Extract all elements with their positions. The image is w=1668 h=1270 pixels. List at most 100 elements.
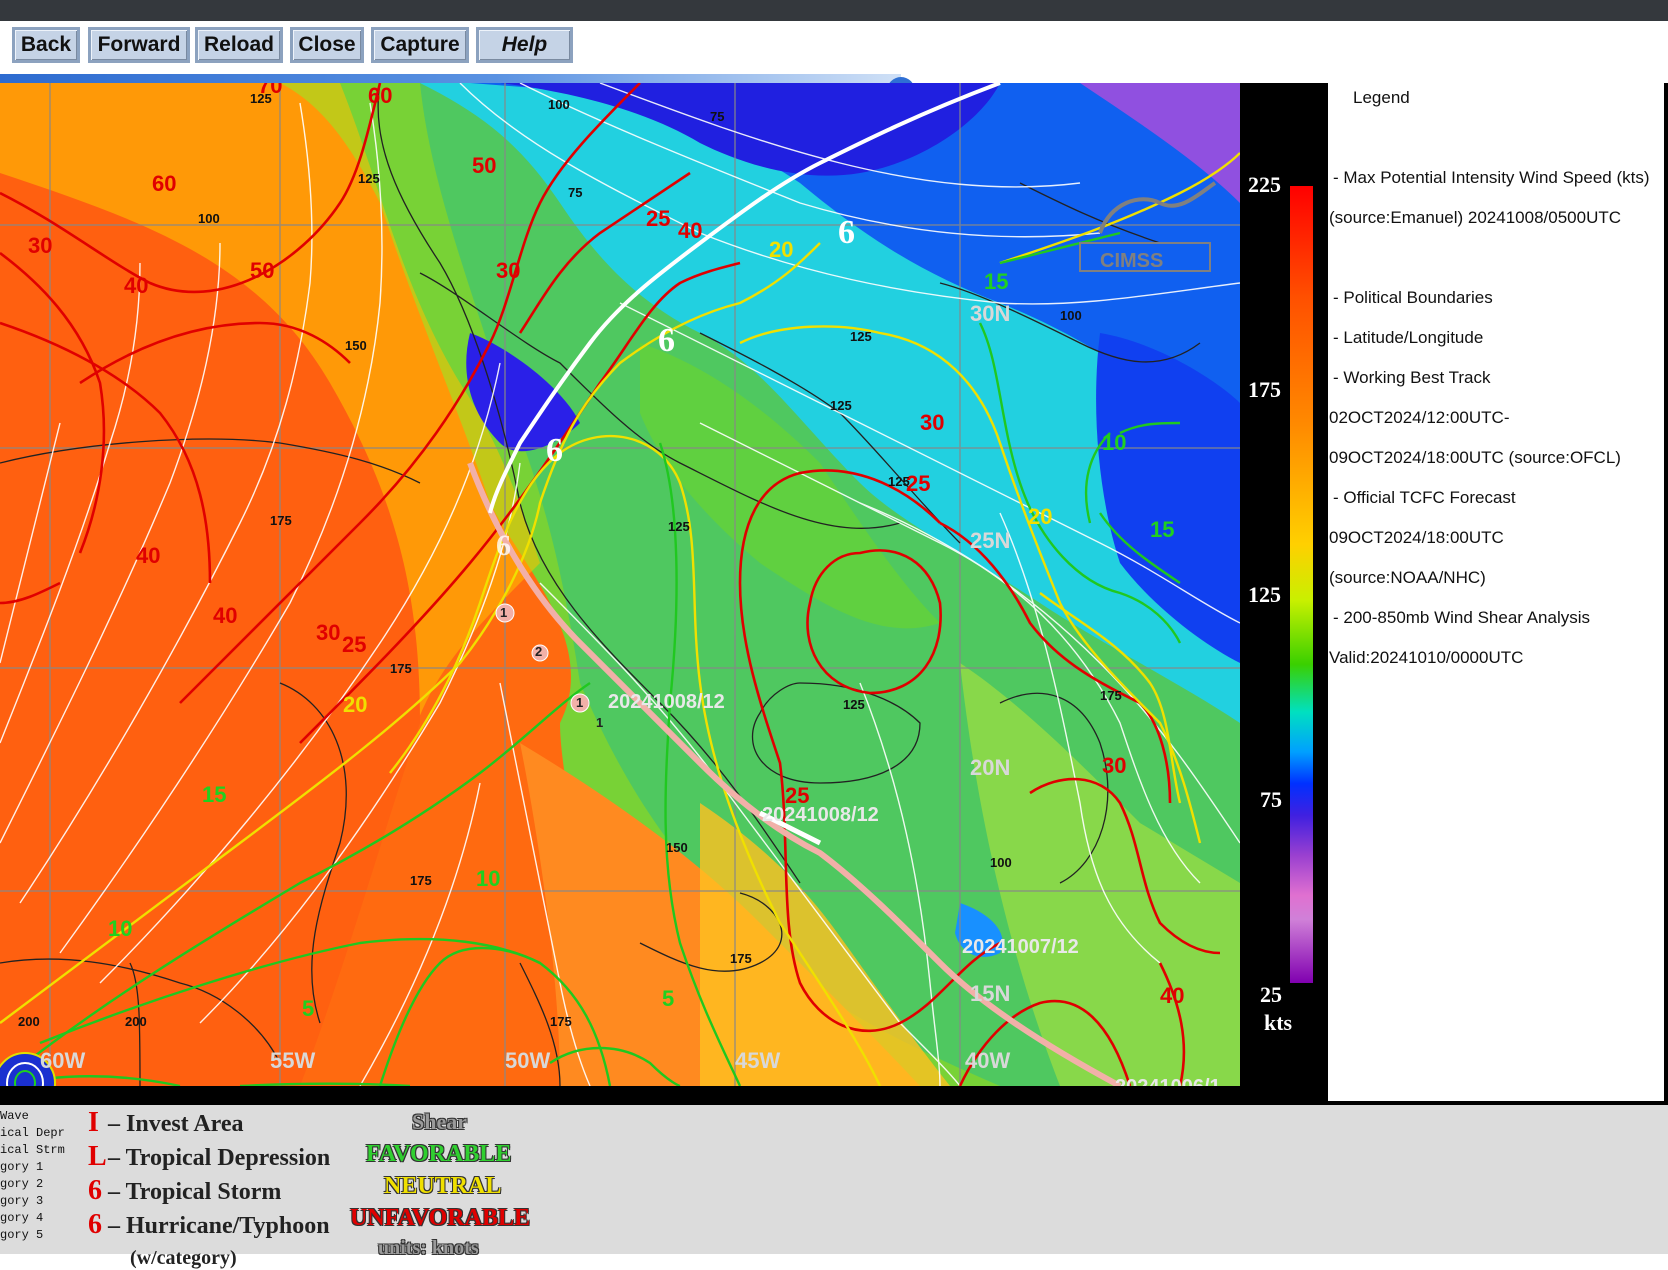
shear-label-red: 50 (250, 258, 274, 283)
reload-button[interactable]: Reload (195, 27, 283, 63)
shear-label-red: 25 (646, 206, 670, 231)
lat-label: 20N (970, 755, 1010, 780)
legend-symbol-label: – Tropical Storm (108, 1179, 282, 1205)
mpi-label: 100 (990, 855, 1012, 870)
shear-label-yellow: 20 (343, 692, 367, 717)
scale-tick: 175 (1248, 377, 1281, 402)
shear-label-red: 30 (316, 620, 340, 645)
lat-label: 15N (970, 981, 1010, 1006)
track-point-label: 1 (500, 605, 507, 620)
legend-line: - Political Boundaries (1333, 288, 1493, 307)
mpi-label: 100 (198, 211, 220, 226)
legend-line: - 200-850mb Wind Shear Analysis (1333, 608, 1591, 627)
shear-label-red: 40 (678, 218, 702, 243)
legend-line: (source:Emanuel) 20241008/0500UTC (1329, 208, 1622, 227)
mpi-label: 150 (345, 338, 367, 353)
shear-neutral: NEUTRAL (384, 1173, 502, 1199)
category-label: gory 4 (0, 1211, 44, 1225)
legend-line: - Max Potential Intensity Wind Speed (kt… (1333, 168, 1650, 187)
mpi-label: 100 (548, 97, 570, 112)
lon-label: 40W (965, 1048, 1010, 1073)
mpi-label: 150 (666, 840, 688, 855)
scale-tick: 225 (1248, 172, 1281, 197)
legend-symbol-icon: 6 (88, 1175, 102, 1206)
shear-label-red: 30 (28, 233, 52, 258)
mpi-label: 125 (850, 329, 872, 344)
scale-unit: kts (1264, 1010, 1293, 1035)
shear-label-red: 50 (472, 153, 496, 178)
mpi-label: 175 (1100, 688, 1122, 703)
lon-label: 50W (505, 1048, 550, 1073)
track-date-label: 20241006/1 (1115, 1076, 1221, 1086)
legend-line: 02OCT2024/12:00UTC- (1329, 408, 1510, 427)
category-label: gory 2 (0, 1177, 44, 1191)
shear-label-green: 5 (302, 996, 314, 1021)
shear-label-green: 15 (1150, 517, 1174, 542)
shear-label-green: 10 (108, 916, 132, 941)
hurricane-category-note: (w/category) (130, 1247, 237, 1269)
track-point-label: 1 (596, 715, 603, 730)
help-button[interactable]: Help (476, 27, 573, 63)
legend-panel: Legend - Max Potential Intensity Wind Sp… (1326, 83, 1666, 1103)
scale-tick: 125 (1248, 582, 1281, 607)
legend-line: 09OCT2024/18:00UTC (source:OFCL) (1329, 448, 1621, 467)
shear-label-green: 10 (1102, 430, 1126, 455)
shear-label-red: 40 (124, 273, 148, 298)
shear-label-green: 15 (202, 782, 226, 807)
shear-units: units: knots (378, 1237, 479, 1259)
mpi-label: 125 (250, 91, 272, 106)
legend-line: 09OCT2024/18:00UTC (1329, 528, 1504, 547)
shear-label-green: 10 (476, 866, 500, 891)
mpi-label: 125 (358, 171, 380, 186)
wind-shear-map[interactable]: 6 6 6 6 CIMSS 60W 55W 50W 45W 40W30N25N20N15… (0, 83, 1240, 1086)
legend-line: - Latitude/Longitude (1333, 328, 1484, 347)
legend-line: Valid:20241010/0000UTC (1329, 648, 1524, 667)
legend-line: (source:NOAA/NHC) (1329, 568, 1486, 587)
shear-label-red: 40 (213, 603, 237, 628)
track-point-label: 2 (535, 644, 542, 659)
window-top-bar (0, 0, 1668, 21)
legend-symbol-label: – Hurricane/Typhoon (108, 1213, 330, 1239)
category-label: gory 5 (0, 1228, 44, 1242)
lon-label: 55W (270, 1048, 315, 1073)
bottom-legend: Wave ical Depr ical Strm gory 1 gory 2 gory 3… (0, 1105, 1668, 1269)
shear-label-green: 5 (662, 986, 674, 1011)
scale-tick: 75 (1260, 787, 1282, 812)
legend-symbol-icon: 6 (88, 1209, 102, 1240)
mpi-label: 125 (843, 697, 865, 712)
mpi-label: 175 (410, 873, 432, 888)
category-label: ical Strm (0, 1143, 65, 1157)
shear-label-red: 40 (1160, 983, 1184, 1008)
category-label: gory 3 (0, 1194, 44, 1208)
shear-unfavorable: UNFAVORABLE (350, 1205, 530, 1231)
shear-label-red: 40 (136, 543, 160, 568)
mpi-label: 75 (710, 109, 724, 124)
mpi-label: 175 (390, 661, 412, 676)
mpi-label: 200 (18, 1014, 40, 1029)
mpi-label: 125 (668, 519, 690, 534)
track-date-label: 20241008/12 (762, 804, 879, 826)
close-button[interactable]: Close (290, 27, 364, 63)
mpi-label: 175 (270, 513, 292, 528)
category-label: gory 1 (0, 1160, 44, 1174)
mpi-label: 175 (730, 951, 752, 966)
shear-label-red: 25 (785, 783, 809, 808)
scale-tick: 25 (1260, 982, 1282, 1007)
legend-line: - Official TCFC Forecast (1333, 488, 1516, 507)
legend-symbol-icon: L (88, 1141, 107, 1172)
shear-label-red: 60 (368, 83, 392, 108)
forward-button[interactable]: Forward (88, 27, 190, 63)
mpi-label: 200 (125, 1014, 147, 1029)
shear-label-red: 30 (920, 410, 944, 435)
shear-label-green: 15 (984, 269, 1008, 294)
lat-label: 30N (970, 301, 1010, 326)
shear-label-red: 60 (152, 171, 176, 196)
category-label: ical Depr (0, 1126, 65, 1140)
legend-line: - Working Best Track (1333, 368, 1491, 387)
back-button[interactable]: Back (12, 27, 80, 63)
mpi-label: 125 (888, 474, 910, 489)
capture-button[interactable]: Capture (371, 27, 469, 63)
svg-text:6: 6 (496, 529, 511, 562)
svg-text:6: 6 (838, 214, 855, 251)
track-date-label: 20241008/12 (608, 691, 725, 713)
